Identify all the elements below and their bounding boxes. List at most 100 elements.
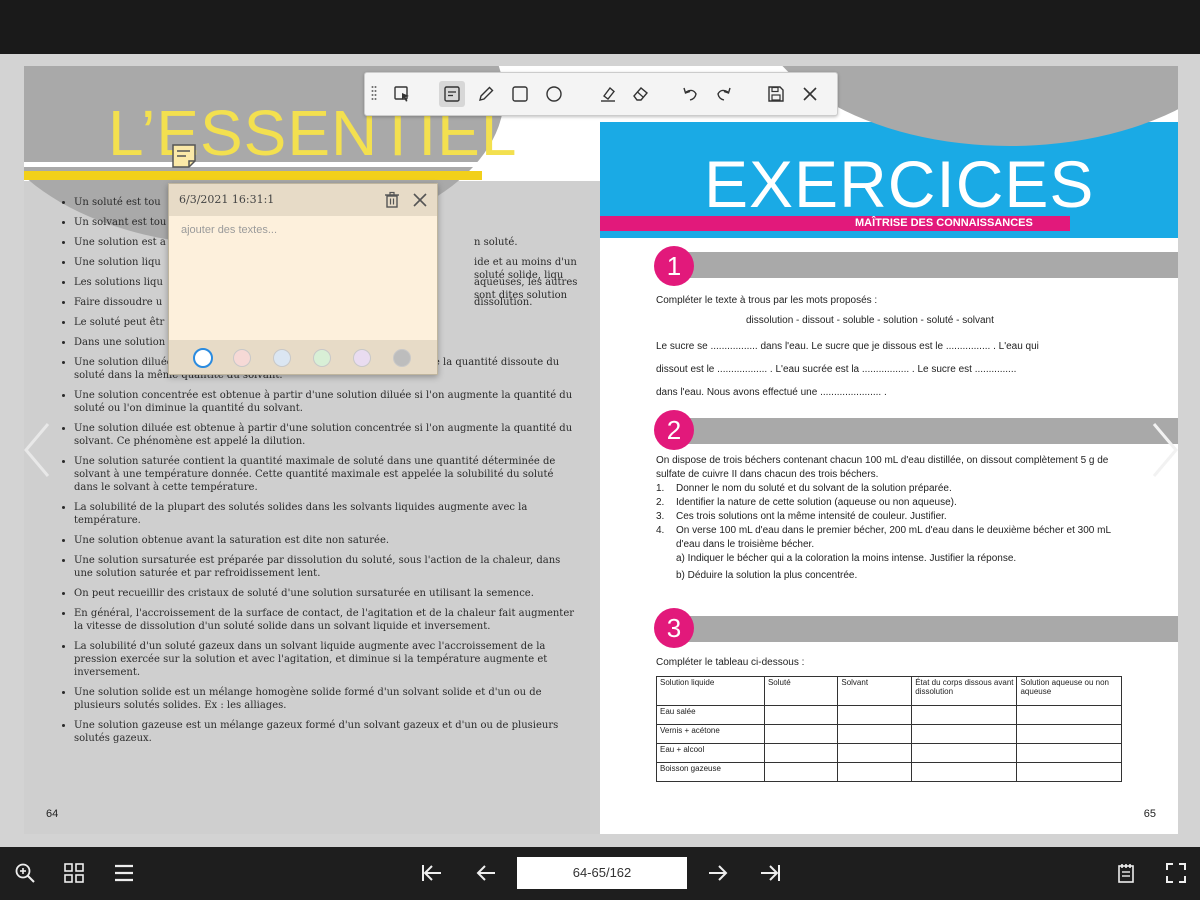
next-page-arrow[interactable] — [1148, 420, 1182, 480]
page-indicator-input[interactable]: 64-65/162 — [517, 857, 687, 889]
note-color-swatch[interactable] — [273, 349, 291, 367]
previous-page-button[interactable] — [473, 860, 499, 886]
essential-item-text: La solubilité de la plupart des solutés … — [74, 502, 528, 526]
eraser-icon — [633, 87, 648, 101]
table-empty-cell — [763, 743, 839, 763]
highlighter-tool-button[interactable] — [595, 81, 621, 107]
undo-button[interactable] — [677, 81, 703, 107]
table-row-label: Boisson gazeuse — [656, 762, 765, 782]
thumbnails-button[interactable] — [61, 860, 87, 886]
question-text: On verse 100 mL d'eau dans le premier bé… — [676, 525, 1111, 550]
essential-item: Une solution diluée est obtenue à partir… — [74, 422, 578, 448]
exercise-1-words: dissolution - dissout - soluble - soluti… — [746, 315, 994, 326]
top-bar — [0, 0, 1200, 54]
essential-item-tail: dissolution. — [474, 297, 533, 308]
redo-icon — [717, 87, 731, 101]
drag-handle[interactable] — [371, 85, 377, 103]
exercise-2-bar — [682, 418, 1178, 444]
essential-item-text: Une solution est a — [74, 237, 166, 248]
exercise-1-number: 1 — [654, 246, 694, 286]
table-row: Eau salée — [656, 705, 1122, 725]
table-row-label: Eau + alcool — [656, 743, 765, 763]
essential-item-text: Une solution diluée est obtenue à partir… — [74, 423, 573, 447]
table-header-row: Solution liquide Soluté Solvant État du cor… — [656, 676, 1122, 706]
essential-item-text: Une solution liqu — [74, 257, 161, 268]
first-page-button[interactable] — [419, 860, 445, 886]
table-empty-cell — [837, 743, 913, 763]
essential-item-text: En général, l'accroissement de la surfac… — [74, 608, 575, 632]
fullscreen-button[interactable] — [1163, 860, 1189, 886]
save-button[interactable] — [763, 81, 789, 107]
first-page-icon — [422, 865, 441, 881]
essential-item: Une solution concentrée est obtenue à pa… — [74, 389, 578, 415]
rectangle-icon — [512, 86, 528, 102]
note-tool-button[interactable] — [439, 81, 465, 107]
note-color-swatch[interactable] — [393, 349, 411, 367]
close-toolbar-button[interactable] — [797, 81, 823, 107]
exercise-1-line: dissout est le .................. . L'ea… — [656, 364, 1017, 375]
next-page-button[interactable] — [705, 860, 731, 886]
note-color-swatch[interactable] — [313, 349, 331, 367]
exercise-1-bar — [682, 252, 1178, 278]
close-note-button[interactable] — [411, 191, 429, 209]
exercise-3-intro: Compléter le tableau ci-dessous : — [656, 657, 805, 668]
table-row-label: Vernis + acétone — [656, 724, 765, 744]
exercise-3-table: Solution liquide Soluté Solvant État du cor… — [656, 676, 1122, 782]
table-empty-cell — [837, 705, 913, 725]
note-header: 6/3/2021 16:31:1 — [169, 184, 437, 216]
exercise-1-line: dans l'eau. Nous avons effectué une ....… — [656, 387, 887, 398]
sticky-note-icon — [444, 86, 460, 102]
left-page: L’ESSENTIEL Un soluté est touUn solvant … — [24, 66, 600, 834]
exercise-2-question: 1. Donner le nom du soluté et du solvant … — [656, 482, 1124, 496]
table-empty-cell — [1016, 724, 1122, 744]
essential-item: Une solution solide est un mélange homog… — [74, 686, 578, 712]
exercise-2-text: On dispose de trois béchers contenant ch… — [656, 454, 1124, 583]
circle-tool-button[interactable] — [541, 81, 567, 107]
essential-item-text: Une solution obtenue avant la saturation… — [74, 535, 390, 546]
question-number: 3. — [656, 511, 665, 522]
delete-note-button[interactable] — [383, 191, 401, 209]
table-empty-cell — [1016, 705, 1122, 725]
table-header-cell: Solvant — [837, 676, 913, 706]
exercise-2-number: 2 — [654, 410, 694, 450]
undo-icon — [683, 87, 697, 101]
essential-item: La solubilité de la plupart des solutés … — [74, 501, 578, 527]
note-marker-icon[interactable] — [170, 142, 198, 170]
chevron-left-icon — [24, 423, 50, 477]
essential-item-text: Une solution gazeuse est un mélange gaze… — [74, 720, 559, 744]
note-popup: 6/3/2021 16:31:1 ajouter des textes... — [168, 183, 438, 375]
right-page: EXERCICES MAÎTRISE DES CONNAISSANCES 1 C… — [600, 66, 1178, 834]
essential-item-tail: n soluté. — [474, 237, 518, 248]
last-page-button[interactable] — [757, 860, 783, 886]
note-text-input[interactable]: ajouter des textes... — [181, 224, 277, 236]
essential-item-text: Les solutions liqu — [74, 277, 163, 288]
question-number: 4. — [656, 525, 665, 536]
fullscreen-icon — [1166, 863, 1186, 883]
circle-icon — [546, 86, 562, 102]
eraser-tool-button[interactable] — [627, 81, 653, 107]
essential-item-text: Un solvant est tou — [74, 217, 167, 228]
select-tool-button[interactable] — [389, 81, 415, 107]
exercise-2-questions: 1. Donner le nom du soluté et du solvant … — [656, 482, 1124, 552]
previous-page-arrow[interactable] — [20, 420, 54, 480]
notepad-icon — [1118, 864, 1134, 883]
pen-tool-button[interactable] — [473, 81, 499, 107]
redo-button[interactable] — [711, 81, 737, 107]
chevron-right-icon — [1152, 423, 1178, 477]
question-number: 1. — [656, 483, 665, 494]
table-row: Vernis + acétone — [656, 724, 1122, 744]
save-icon — [768, 86, 784, 102]
table-row-label: Eau salée — [656, 705, 765, 725]
essential-item-text: Une solution solide est un mélange homog… — [74, 687, 542, 711]
rectangle-tool-button[interactable] — [507, 81, 533, 107]
zoom-button[interactable] — [12, 860, 38, 886]
notes-list-button[interactable] — [1113, 860, 1139, 886]
table-of-contents-button[interactable] — [111, 860, 137, 886]
note-color-swatch[interactable] — [193, 348, 213, 368]
note-color-swatch[interactable] — [353, 349, 371, 367]
page-subtitle: MAÎTRISE DES CONNAISSANCES — [855, 217, 1033, 229]
note-color-swatch[interactable] — [233, 349, 251, 367]
table-empty-cell — [837, 724, 913, 744]
essential-item-text: Le soluté peut êtr — [74, 317, 165, 328]
table-empty-cell — [911, 724, 1018, 744]
